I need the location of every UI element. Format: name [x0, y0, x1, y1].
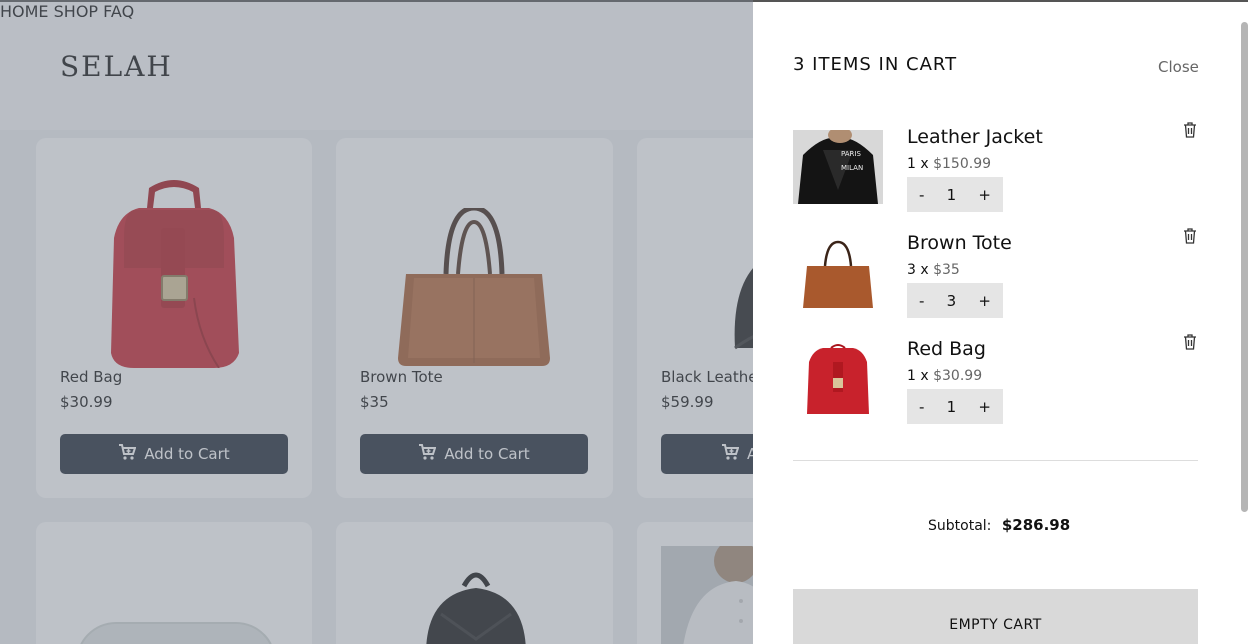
- close-button[interactable]: Close: [1158, 58, 1199, 76]
- decrease-button[interactable]: -: [919, 292, 924, 310]
- unit-price: $30.99: [933, 368, 983, 384]
- quantity-value: 3: [946, 291, 957, 310]
- cart-item-name[interactable]: Brown Tote: [907, 232, 1012, 254]
- quantity-stepper: - 3 +: [907, 283, 1003, 318]
- decrease-button[interactable]: -: [919, 398, 924, 416]
- cart-item: Brown Tote 3 x $35 - 3 +: [793, 228, 1198, 336]
- qty-prefix: 1 x: [907, 368, 929, 384]
- cart-item-qty-line: 1 x $30.99: [907, 368, 982, 384]
- brown-tote-thumbnail: [793, 236, 883, 310]
- empty-cart-button[interactable]: EMPTY CART: [793, 589, 1198, 644]
- quantity-value: 1: [946, 185, 957, 204]
- svg-text:PARIS: PARIS: [841, 150, 861, 158]
- scrollbar[interactable]: [1241, 22, 1248, 512]
- cart-drawer: 3 ITEMS IN CART Close PARIS MILAN Leathe…: [753, 0, 1248, 644]
- cart-item: PARIS MILAN Leather Jacket 1 x $150.99 -…: [793, 122, 1198, 230]
- subtotal-label: Subtotal:: [928, 518, 992, 534]
- increase-button[interactable]: +: [978, 292, 991, 310]
- trash-icon[interactable]: [1183, 122, 1197, 138]
- cart-item-qty-line: 3 x $35: [907, 262, 960, 278]
- cart-item-qty-line: 1 x $150.99: [907, 156, 991, 172]
- qty-prefix: 3 x: [907, 262, 929, 278]
- decrease-button[interactable]: -: [919, 186, 924, 204]
- quantity-stepper: - 1 +: [907, 389, 1003, 424]
- subtotal: Subtotal: $286.98: [928, 516, 1070, 534]
- increase-button[interactable]: +: [978, 398, 991, 416]
- trash-icon[interactable]: [1183, 228, 1197, 244]
- quantity-value: 1: [946, 397, 957, 416]
- unit-price: $35: [933, 262, 960, 278]
- divider: [793, 460, 1198, 461]
- increase-button[interactable]: +: [978, 186, 991, 204]
- cart-item-name[interactable]: Leather Jacket: [907, 126, 1043, 148]
- quantity-stepper: - 1 +: [907, 177, 1003, 212]
- svg-text:MILAN: MILAN: [841, 164, 863, 172]
- leather-jacket-thumbnail: PARIS MILAN: [793, 130, 883, 204]
- subtotal-value: $286.98: [1001, 516, 1071, 534]
- cart-item-name[interactable]: Red Bag: [907, 338, 986, 360]
- cart-item: Red Bag 1 x $30.99 - 1 +: [793, 334, 1198, 442]
- red-backpack-thumbnail: [793, 342, 883, 416]
- cart-title: 3 ITEMS IN CART: [793, 54, 958, 75]
- trash-icon[interactable]: [1183, 334, 1197, 350]
- qty-prefix: 1 x: [907, 156, 929, 172]
- unit-price: $150.99: [933, 156, 992, 172]
